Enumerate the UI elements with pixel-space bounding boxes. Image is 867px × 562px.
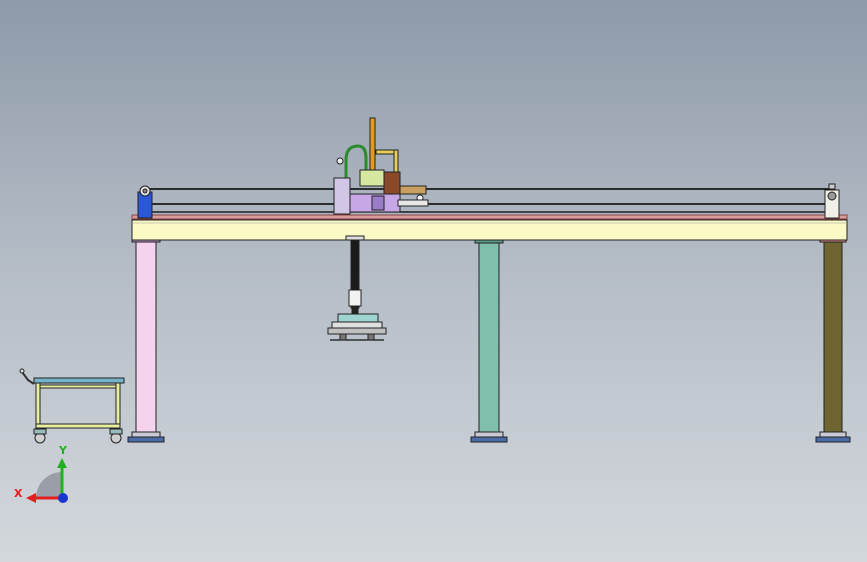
cart-caster: [33, 428, 47, 435]
main-beam[interactable]: [131, 214, 848, 241]
gripper-cups: [327, 327, 387, 335]
carriage-plate: [359, 169, 385, 187]
leg-right-column: [823, 239, 843, 437]
vacuum-gripper[interactable]: [327, 235, 387, 341]
cart-frame-rail: [39, 384, 117, 389]
material-cart[interactable]: [19, 368, 125, 444]
leg-middle-column: [478, 239, 500, 437]
leg-middle-foot: [474, 431, 504, 438]
pulley-right: [827, 191, 837, 201]
cad-viewport[interactable]: Y X: [0, 0, 867, 562]
carriage-assembly[interactable]: [333, 117, 429, 215]
cart-caster: [109, 428, 123, 435]
leg-left-base: [127, 436, 165, 443]
z-actuator-orange: [369, 117, 376, 171]
leg-left[interactable]: [127, 237, 165, 443]
gripper-plate: [331, 321, 383, 329]
beam-top-strip: [131, 214, 848, 220]
carriage-arm: [399, 185, 427, 195]
leg-middle[interactable]: [470, 237, 508, 443]
cart-handle: [21, 371, 35, 385]
z-axis-clamp: [348, 289, 362, 307]
z-axis-dot: [58, 493, 68, 503]
linear-rails[interactable]: [148, 188, 832, 213]
leg-right[interactable]: [815, 237, 851, 443]
coordinate-triad[interactable]: Y X: [14, 444, 68, 503]
rail-end-left[interactable]: [137, 185, 153, 219]
leg-middle-base: [470, 436, 508, 443]
triad-arc: [36, 472, 62, 498]
y-axis-label: Y: [58, 444, 68, 457]
cart-handle-knob: [19, 368, 25, 374]
gripper-head: [337, 313, 379, 323]
cart-top-plate: [33, 377, 125, 384]
carriage-side-plate: [333, 177, 351, 215]
leg-right-foot: [819, 431, 847, 438]
leg-left-column: [135, 239, 157, 437]
cart-frame-rail: [35, 423, 121, 429]
leg-left-foot: [131, 431, 161, 438]
x-axis-label: X: [14, 487, 23, 500]
drive-motor: [383, 171, 401, 195]
leg-right-base: [815, 436, 851, 443]
